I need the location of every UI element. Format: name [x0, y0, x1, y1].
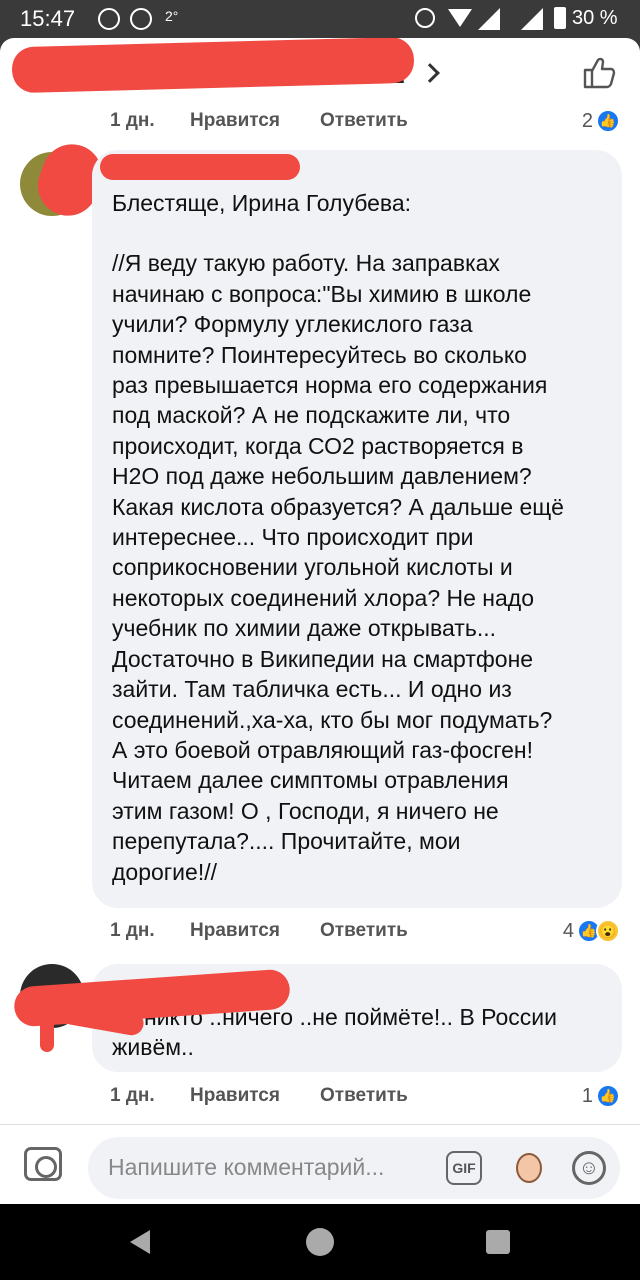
- comment-line: живём..: [112, 1034, 194, 1061]
- comment-line: дорогие!//: [112, 858, 217, 885]
- comment-line: некоторых соединений хлора? Не надо: [112, 584, 534, 611]
- recent-apps-icon[interactable]: [486, 1230, 510, 1254]
- comment-line: происходит, когда СО2 растворяется в: [112, 432, 524, 459]
- comment-line: А это боевой отравляющий газ-фосген!: [112, 736, 533, 763]
- comment-actions: 1 дн. Нравится Ответить 2 👍: [110, 108, 630, 138]
- comment-actions: 1 дн. Нравится Ответить 4 👍 😮: [110, 918, 630, 948]
- reply-button[interactable]: Ответить: [320, 110, 408, 132]
- whatsapp-icon: [130, 8, 152, 30]
- comment-line: //Я веду такую работу. На заправках: [112, 250, 500, 277]
- comment-line: Достаточно в Википедии на смартфоне: [112, 645, 534, 672]
- like-button[interactable]: Нравится: [190, 1085, 280, 1107]
- wifi-icon: [448, 9, 472, 27]
- comment-time: 1 дн.: [110, 1085, 155, 1106]
- comment-composer: Напишите комментарий... GIF ☺: [0, 1124, 640, 1204]
- signal-icon: [478, 8, 500, 30]
- redaction-mark: [100, 154, 300, 180]
- emoji-icon[interactable]: ☺: [572, 1151, 606, 1185]
- comment-line: зайти. Там табличка есть... И одно из: [112, 676, 512, 703]
- comment-line: соприкосновении угольной кислоты и: [112, 554, 513, 581]
- reaction-count: 4: [562, 919, 574, 942]
- comment-input-placeholder[interactable]: Напишите комментарий...: [108, 1154, 384, 1181]
- comment-line: интереснее... Что происходит при: [112, 524, 474, 551]
- reaction-count: 2: [581, 109, 593, 132]
- comment-bubble[interactable]: Блестяще, Ирина Голубева: //Я веду такую…: [92, 150, 622, 908]
- reaction-count: 1: [581, 1084, 593, 1107]
- status-bar: 15:47 2° 30 %: [0, 0, 640, 38]
- comment-text: Блестяще, Ирина Голубева: //Я веду такую…: [112, 188, 602, 887]
- comment-input[interactable]: Напишите комментарий... GIF ☺: [88, 1137, 620, 1199]
- battery-icon: [554, 7, 566, 29]
- system-nav-bar: [0, 1204, 640, 1280]
- viber-icon: [98, 8, 120, 30]
- reaction-summary[interactable]: 1 👍: [582, 1083, 620, 1109]
- redaction-mark: [40, 1000, 54, 1052]
- alarm-icon: [415, 8, 435, 28]
- comment-line: Читаем далее симптомы отравления: [112, 767, 509, 794]
- battery-percent: 30 %: [572, 7, 618, 29]
- camera-icon[interactable]: [24, 1147, 62, 1181]
- redaction-mark: [11, 38, 415, 94]
- comment-line: учебник по химии даже открывать...: [112, 615, 496, 642]
- comment-actions: 1 дн. Нравится Ответить 1 👍: [110, 1083, 630, 1113]
- comment-line: этим газом! О , Господи, я ничего не: [112, 797, 499, 824]
- like-button[interactable]: Нравится: [190, 920, 280, 942]
- comment-line: начинаю с вопроса:"Вы химию в школе: [112, 280, 532, 307]
- comment-line: учили? Формулу углекислого газа: [112, 311, 473, 338]
- comment-line: Какая кислота образуется? А дальше ещё: [112, 493, 564, 520]
- comment-line: соединений.,ха-ха, кто бы мог подумать?: [112, 706, 553, 733]
- comment-line: раз превышается норма его содержания: [112, 372, 548, 399]
- signal-icon-2: [521, 8, 543, 30]
- status-time: 15:47: [20, 6, 76, 31]
- comment-line: под маской? А не подскажите ли, что: [112, 402, 511, 429]
- comment-line: перепутала?.... Прочитайте, мои: [112, 828, 461, 855]
- wow-reaction-icon: 😮: [596, 919, 620, 943]
- reaction-summary[interactable]: 2 👍: [582, 108, 620, 134]
- reply-button[interactable]: Ответить: [320, 920, 408, 942]
- back-icon[interactable]: [130, 1230, 150, 1254]
- like-reaction-icon: 👍: [596, 1084, 620, 1108]
- comment-line: Блестяще, Ирина Голубева:: [112, 190, 412, 216]
- reaction-summary[interactable]: 4 👍 😮: [563, 918, 620, 944]
- sticker-icon[interactable]: [516, 1153, 542, 1183]
- comments-panel: 32 1 дн. Нравится Ответить 2 👍 Блестяще,…: [0, 38, 640, 1204]
- comment-line: Н2О под даже небольшим давлением?: [112, 463, 532, 490]
- reactions-header[interactable]: 32: [0, 38, 640, 110]
- comment-time: 1 дн.: [110, 920, 155, 941]
- like-button[interactable]: Нравится: [190, 110, 280, 132]
- reply-button[interactable]: Ответить: [320, 1085, 408, 1107]
- gif-button[interactable]: GIF: [446, 1151, 482, 1185]
- comment-line: помните? Поинтересуйтесь во сколько: [112, 341, 527, 368]
- chevron-right-icon[interactable]: [420, 63, 440, 83]
- like-reaction-icon: 👍: [596, 109, 620, 133]
- comment-time: 1 дн.: [110, 110, 155, 131]
- thumbs-up-icon[interactable]: [582, 56, 616, 90]
- home-icon[interactable]: [306, 1228, 334, 1256]
- status-temperature: 2°: [165, 8, 179, 24]
